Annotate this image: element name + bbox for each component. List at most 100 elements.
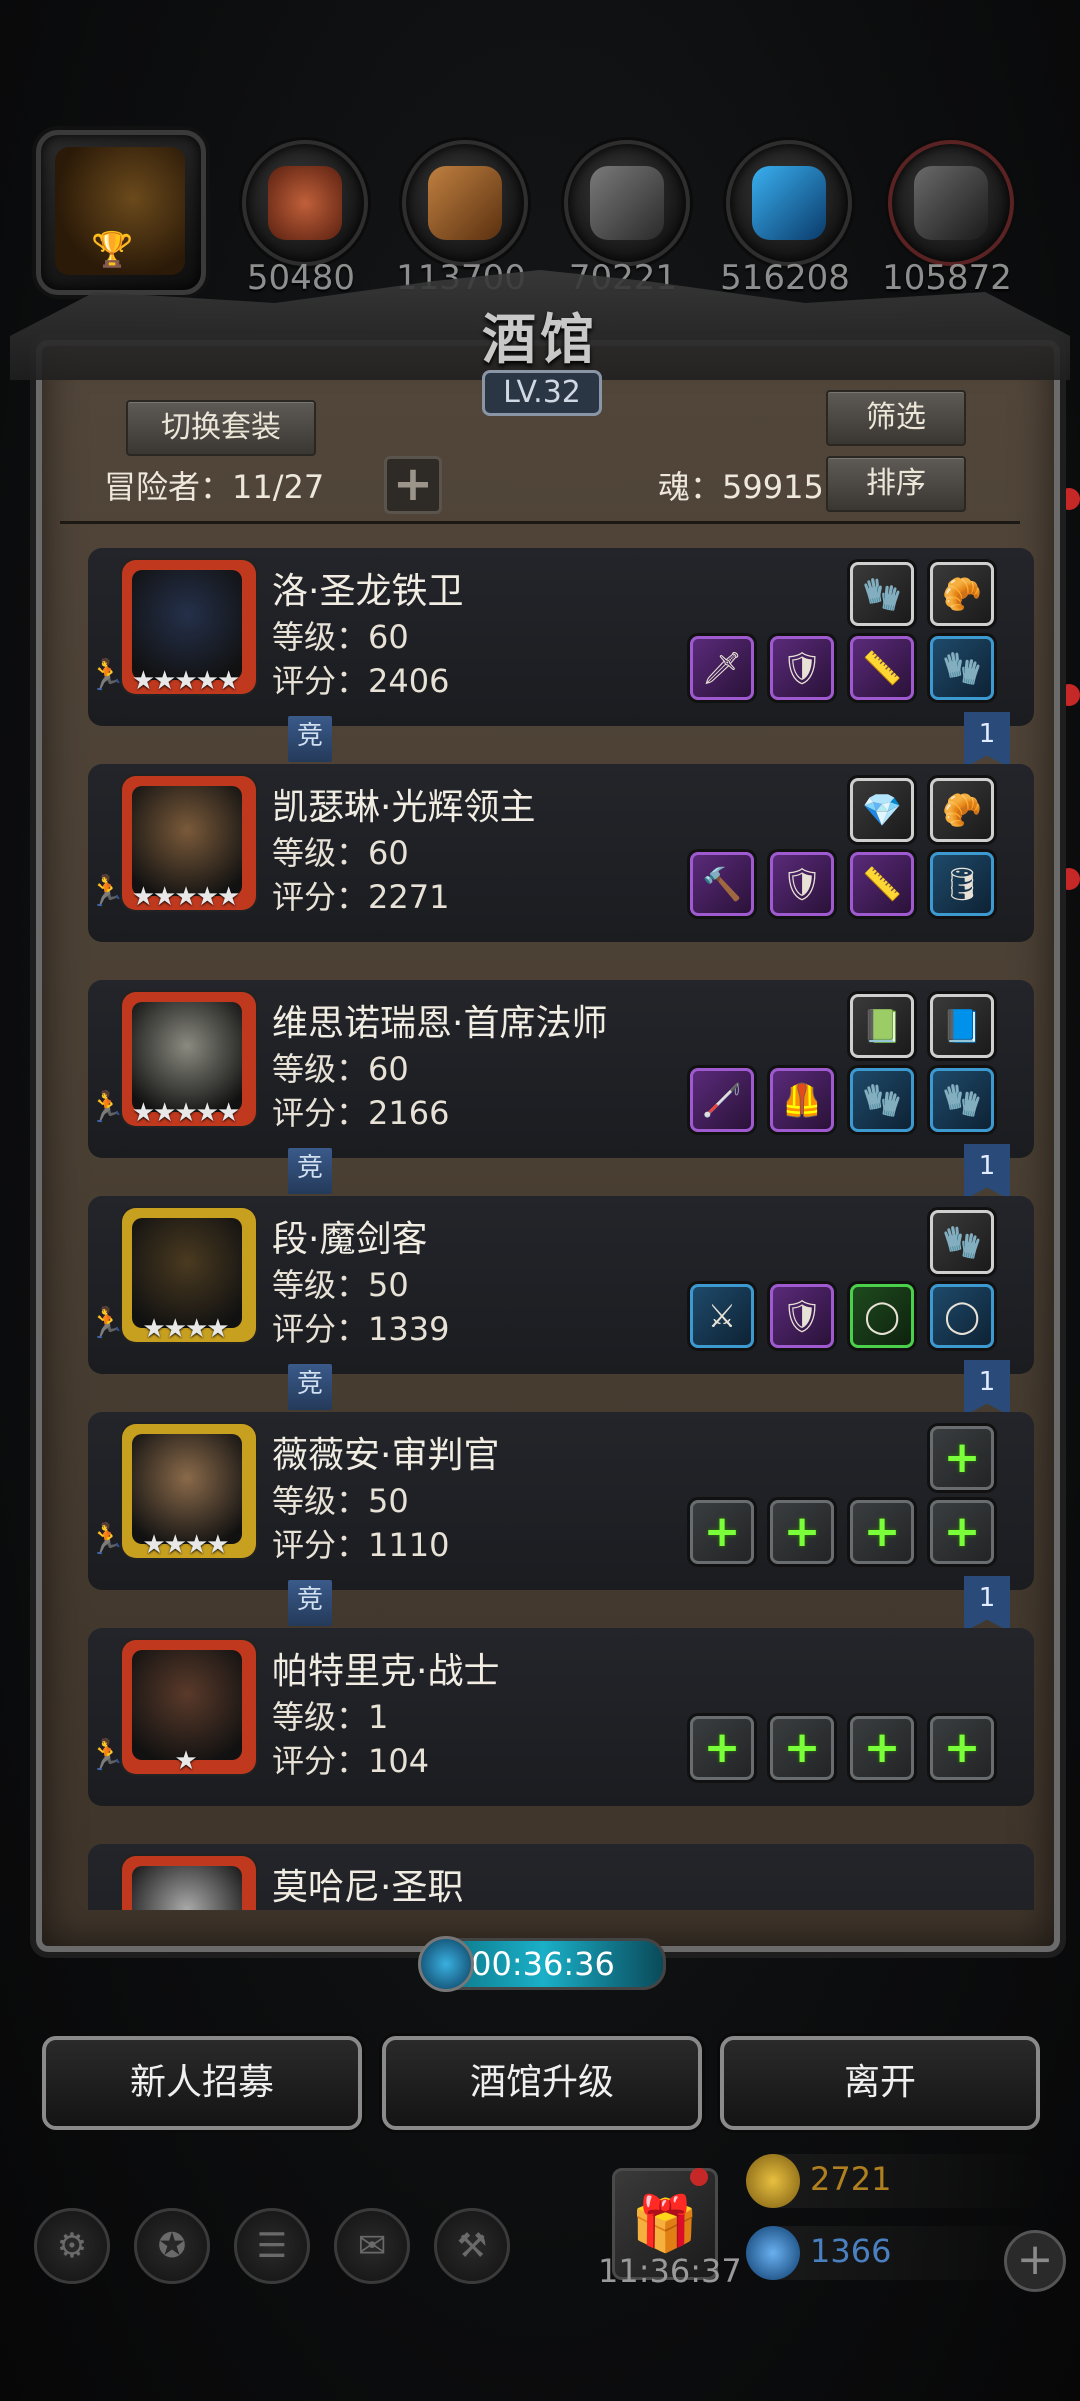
trophy-icon: 🏆 xyxy=(91,230,134,270)
soul-count: 魂：59915 xyxy=(658,468,824,506)
equipment-icon: + xyxy=(943,1722,981,1773)
equipment-slot[interactable]: 🛡 xyxy=(770,1284,834,1348)
notification-dot xyxy=(690,2168,708,2186)
equipment-slot[interactable]: 🛡 xyxy=(770,636,834,700)
hero-score: 评分：104 xyxy=(272,1742,430,1780)
equipment-slot[interactable]: 🧤 xyxy=(930,636,994,700)
notification-dot xyxy=(1058,868,1080,890)
hero-name: 薇薇安·审判官 xyxy=(272,1435,500,1476)
hero-stars: ★★★★★ xyxy=(131,882,241,912)
equipment-slot[interactable]: 🛢 xyxy=(930,852,994,916)
hero-portrait[interactable] xyxy=(122,1856,256,1910)
equipment-slot[interactable]: 🥐 xyxy=(930,778,994,842)
equipment-slot[interactable]: 🦺 xyxy=(770,1068,834,1132)
equipment-slot[interactable]: 📗 xyxy=(850,994,914,1058)
recruit-button[interactable]: 新人招募 xyxy=(42,2036,362,2130)
switch-outfit-button[interactable]: 切换套装 xyxy=(126,400,316,456)
equipment-slot[interactable]: 📏 xyxy=(850,852,914,916)
equipment-slot[interactable]: ⚔ xyxy=(690,1284,754,1348)
mail-icon[interactable]: ✉ xyxy=(334,2208,410,2284)
hero-card[interactable]: 🏃 ★★★★★ 凯瑟琳·光辉领主 等级：60 评分：2271 💎 🥐 🔨 🛡 📏 🛢 xyxy=(88,764,1034,942)
hero-score: 评分：2271 xyxy=(272,878,450,916)
equipment-slot[interactable]: + xyxy=(770,1716,834,1780)
equipment-slot[interactable]: 🧤 xyxy=(930,1210,994,1274)
equipment-slot[interactable]: 🗡 xyxy=(690,636,754,700)
guild-icon[interactable]: ⚒ xyxy=(434,2208,510,2284)
quest-icon[interactable]: ☰ xyxy=(234,2208,310,2284)
hero-face xyxy=(132,570,242,680)
crystal-resource-icon[interactable] xyxy=(726,140,852,266)
hero-name: 凯瑟琳·光辉领主 xyxy=(272,787,536,828)
hero-level: 等级：50 xyxy=(272,1266,409,1304)
equipment-slot[interactable]: ◯ xyxy=(930,1284,994,1348)
equipment-slot[interactable]: 💎 xyxy=(850,778,914,842)
leave-button[interactable]: 离开 xyxy=(720,2036,1040,2130)
equipment-slot[interactable]: 🦯 xyxy=(690,1068,754,1132)
equipment-slot[interactable]: + xyxy=(850,1500,914,1564)
equipment-icon: 🛡 xyxy=(781,1297,823,1335)
equipment-slot[interactable]: + xyxy=(770,1500,834,1564)
filter-button[interactable]: 筛选 xyxy=(826,390,966,446)
equipment-slot[interactable]: 🧤 xyxy=(930,1068,994,1132)
hero-level: 等级：1 xyxy=(272,1698,389,1736)
equipment-icon: 🗡 xyxy=(701,649,743,687)
wood-resource-icon[interactable] xyxy=(402,140,528,266)
hero-level: 等级：50 xyxy=(272,1482,409,1520)
equipment-slot[interactable]: 🔨 xyxy=(690,852,754,916)
hero-face xyxy=(132,1002,242,1112)
upgrade-tavern-button[interactable]: 酒馆升级 xyxy=(382,2036,702,2130)
arena-tag: 竞 xyxy=(288,1580,332,1626)
equipment-icon: 🛡 xyxy=(781,865,823,903)
hero-name: 帕特里克·战士 xyxy=(272,1651,500,1692)
equipment-slot[interactable]: + xyxy=(850,1716,914,1780)
achievement-icon[interactable]: ✪ xyxy=(134,2208,210,2284)
add-currency-button[interactable]: + xyxy=(1004,2230,1066,2292)
equipment-slot[interactable]: 🛡 xyxy=(770,852,834,916)
settings-icon[interactable]: ⚙ xyxy=(34,2208,110,2284)
hero-level: 等级：60 xyxy=(272,834,409,872)
sort-button[interactable]: 排序 xyxy=(826,456,966,512)
gem-value: 1366 xyxy=(810,2232,892,2270)
team-number-tag: 1 xyxy=(964,712,1010,768)
equipment-slot[interactable]: 📏 xyxy=(850,636,914,700)
equipment-icon: 🧤 xyxy=(862,575,902,613)
player-avatar[interactable]: 🏆 xyxy=(36,130,206,295)
equipment-slot[interactable]: ◯ xyxy=(850,1284,914,1348)
hero-face xyxy=(132,1434,242,1544)
equipment-slot[interactable]: 🧤 xyxy=(850,1068,914,1132)
equipment-slot[interactable]: 📘 xyxy=(930,994,994,1058)
equipment-slot[interactable]: + xyxy=(930,1500,994,1564)
hero-card[interactable]: 🏃 ★★★★★ 洛·圣龙铁卫 等级：60 评分：2406 🧤 🥐 🗡 🛡 📏 🧤 竞 1 xyxy=(88,548,1034,768)
page-title: 酒馆 xyxy=(482,307,598,371)
equipment-icon: 📏 xyxy=(862,649,902,687)
equipment-slot[interactable]: + xyxy=(690,1500,754,1564)
divider xyxy=(60,521,1020,524)
gold-currency[interactable]: 2721 xyxy=(746,2154,1046,2208)
adventurer-count: 冒险者：11/27 xyxy=(104,468,325,506)
stone-value: 105872 xyxy=(882,258,1012,298)
meat-resource-icon[interactable] xyxy=(242,140,368,266)
hero-card[interactable]: 🏃莫哈尼·圣职 xyxy=(88,1844,1034,1910)
add-adventurer-button[interactable]: + xyxy=(384,456,442,514)
tavern-level-badge: LV.32 xyxy=(482,370,602,416)
iron-resource-icon[interactable] xyxy=(564,140,690,266)
stone-resource-icon[interactable] xyxy=(888,140,1014,266)
hero-card[interactable]: 🏃 ★ 帕特里克·战士 等级：1 评分：104 + + + + xyxy=(88,1628,1034,1806)
hero-stars: ★★★★ xyxy=(142,1314,229,1344)
hero-card[interactable]: 🏃 ★★★★ 段·魔剑客 等级：50 评分：1339 🧤 ⚔ 🛡 ◯ ◯ 竞 1 xyxy=(88,1196,1034,1416)
team-number-tag: 1 xyxy=(964,1360,1010,1416)
hero-card[interactable]: 🏃 ★★★★★ 维思诺瑞恩·首席法师 等级：60 评分：2166 📗 📘 🦯 🦺 🧤 🧤 竞 1 xyxy=(88,980,1034,1200)
equipment-slot[interactable]: + xyxy=(930,1426,994,1490)
gem-currency[interactable]: 1366 xyxy=(746,2226,1046,2280)
equipment-slot[interactable]: + xyxy=(930,1716,994,1780)
hero-name: 段·魔剑客 xyxy=(272,1219,428,1260)
equipment-slot[interactable]: 🥐 xyxy=(930,562,994,626)
equipment-slot[interactable]: + xyxy=(690,1716,754,1780)
hero-card[interactable]: 🏃 ★★★★ 薇薇安·审判官 等级：50 评分：1110 + + + + + 竞 1 xyxy=(88,1412,1034,1632)
equipment-icon: 🧤 xyxy=(862,1081,902,1119)
hero-stars: ★★★★ xyxy=(142,1530,229,1560)
equipment-icon: 🦺 xyxy=(782,1081,822,1119)
equipment-slot[interactable]: 🧤 xyxy=(850,562,914,626)
hero-face xyxy=(132,1650,242,1760)
hero-list[interactable]: 🏃 ★★★★★ 洛·圣龙铁卫 等级：60 评分：2406 🧤 🥐 🗡 🛡 📏 🧤 竞 1 🏃 ★★★★★ 凯瑟… xyxy=(40,530,1040,1910)
